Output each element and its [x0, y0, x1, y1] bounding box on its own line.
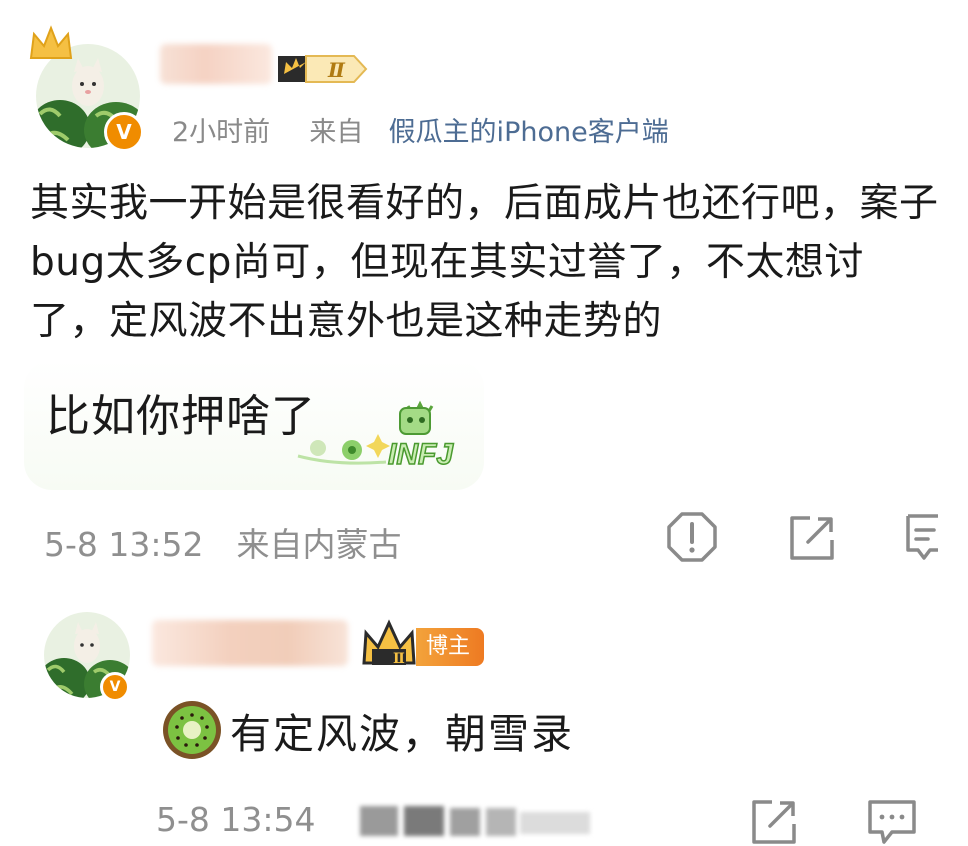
author-name-blurred[interactable]	[160, 44, 272, 84]
reply2-text: 有定风波，朝雪录	[230, 710, 574, 758]
infj-sticker: INFJ	[296, 396, 496, 480]
kiwi-emoji	[160, 698, 224, 766]
infj-sticker-label: INFJ	[388, 438, 454, 471]
reply1-location: 来自内蒙古	[236, 525, 402, 564]
reply2-meta: 5-8 13:54	[156, 800, 316, 839]
reply2-timestamp: 5-8 13:54	[156, 800, 316, 839]
crown-icon	[28, 24, 74, 68]
blogger-name-blurred[interactable]	[152, 620, 348, 666]
blogger-level-label: Ⅱ	[393, 651, 405, 667]
reply2-location-blurred	[360, 800, 590, 842]
share-icon-2[interactable]	[748, 798, 800, 846]
level-badge: Ⅱ	[276, 54, 368, 84]
blogger-badge: 博主	[416, 628, 485, 666]
comment-icon-2[interactable]	[866, 798, 918, 846]
verified-v-icon: V	[104, 112, 144, 152]
post-meta: 2小时前 来自 假瓜主的iPhone客户端	[172, 110, 669, 149]
post-body: 其实我一开始是很看好的，后面成片也还行吧，案子bug太多cp尚可，但现在其实过誉…	[30, 181, 939, 344]
post-source-link[interactable]: 假瓜主的iPhone客户端	[389, 117, 669, 148]
level-badge-label: Ⅱ	[327, 58, 346, 82]
reply1-timestamp: 5-8 13:52	[44, 525, 204, 564]
comment-icon[interactable]	[904, 512, 968, 568]
verified-v-icon-small: V	[100, 672, 130, 702]
blogger-level-badge: Ⅱ	[360, 619, 418, 670]
report-icon[interactable]	[666, 511, 718, 567]
post-time: 2小时前	[172, 117, 271, 148]
share-icon[interactable]	[786, 512, 838, 568]
weibo-comment-thread: V Ⅱ 2小时前 来自 假瓜主的iPhone客户端 其实我一开始是很看好的，后面…	[0, 0, 968, 846]
post-from-label: 来自	[309, 117, 364, 148]
reply1-meta: 5-8 13:52 来自内蒙古	[44, 518, 402, 566]
reply1-text: 比如你押啥了	[46, 391, 316, 442]
